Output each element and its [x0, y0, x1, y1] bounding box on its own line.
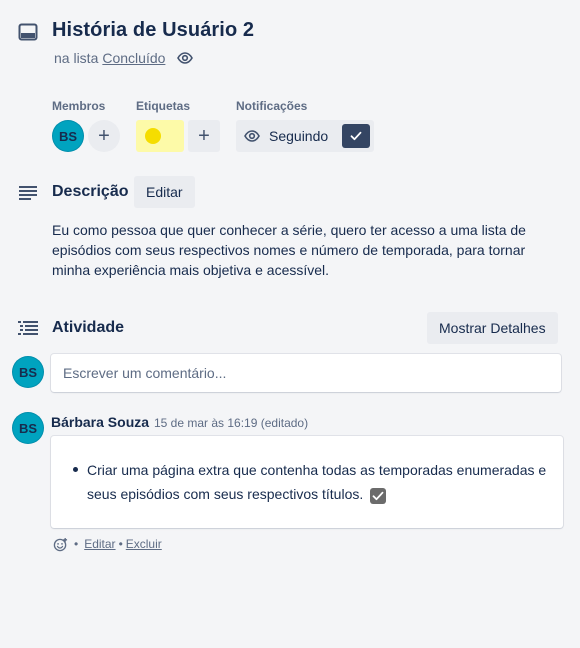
add-member-button[interactable]: + [88, 120, 120, 152]
follow-label: Seguindo [269, 128, 329, 144]
member-avatar[interactable]: BS [52, 120, 84, 152]
comment-text: Criar uma página extra que contenha toda… [87, 462, 547, 502]
comment-actions: • Editar • Excluir [52, 536, 162, 552]
current-user-avatar[interactable]: BS [12, 356, 44, 388]
description-icon [17, 182, 39, 202]
list-info: na lista Concluído [54, 50, 194, 66]
list-link[interactable]: Concluído [102, 50, 165, 66]
label-color-dot [145, 128, 161, 144]
card-icon [17, 22, 39, 42]
members-label: Membros [52, 99, 106, 113]
list-prefix: na lista [54, 50, 99, 66]
comment-input[interactable]: Escrever um comentário... [51, 354, 561, 392]
description-text[interactable]: Eu como pessoa que quer conhecer a série… [52, 220, 552, 280]
label-chip[interactable] [136, 120, 184, 152]
check-icon [342, 124, 371, 148]
show-details-button[interactable]: Mostrar Detalhes [427, 312, 558, 344]
notifications-label: Notificações [236, 99, 308, 113]
separator: • [74, 537, 79, 551]
comment-author[interactable]: Bárbara Souza [51, 414, 149, 430]
follow-button[interactable]: Seguindo [236, 120, 375, 152]
separator: • [118, 537, 123, 551]
eye-icon [244, 128, 260, 144]
comment-timestamp[interactable]: 15 de mar às 16:19 (editado) [154, 416, 308, 430]
comment-author-avatar[interactable]: BS [12, 412, 44, 444]
activity-icon [17, 318, 39, 338]
labels-label: Etiquetas [136, 99, 191, 113]
activity-title: Atividade [52, 319, 125, 336]
comment-body: Criar uma página extra que contenha toda… [51, 436, 563, 528]
edit-comment-link[interactable]: Editar [84, 537, 115, 551]
bullet [73, 467, 78, 472]
edit-description-button[interactable]: Editar [134, 176, 195, 208]
add-reaction-icon[interactable] [52, 536, 68, 552]
delete-comment-link[interactable]: Excluir [126, 537, 162, 551]
check-mark-emoji-icon [370, 488, 387, 504]
add-label-button[interactable]: + [188, 120, 220, 152]
card-title[interactable]: História de Usuário 2 [52, 19, 254, 42]
description-title: Descrição [52, 183, 129, 200]
eye-icon[interactable] [177, 50, 194, 66]
plus-icon: + [198, 124, 210, 147]
plus-icon: + [98, 124, 110, 147]
